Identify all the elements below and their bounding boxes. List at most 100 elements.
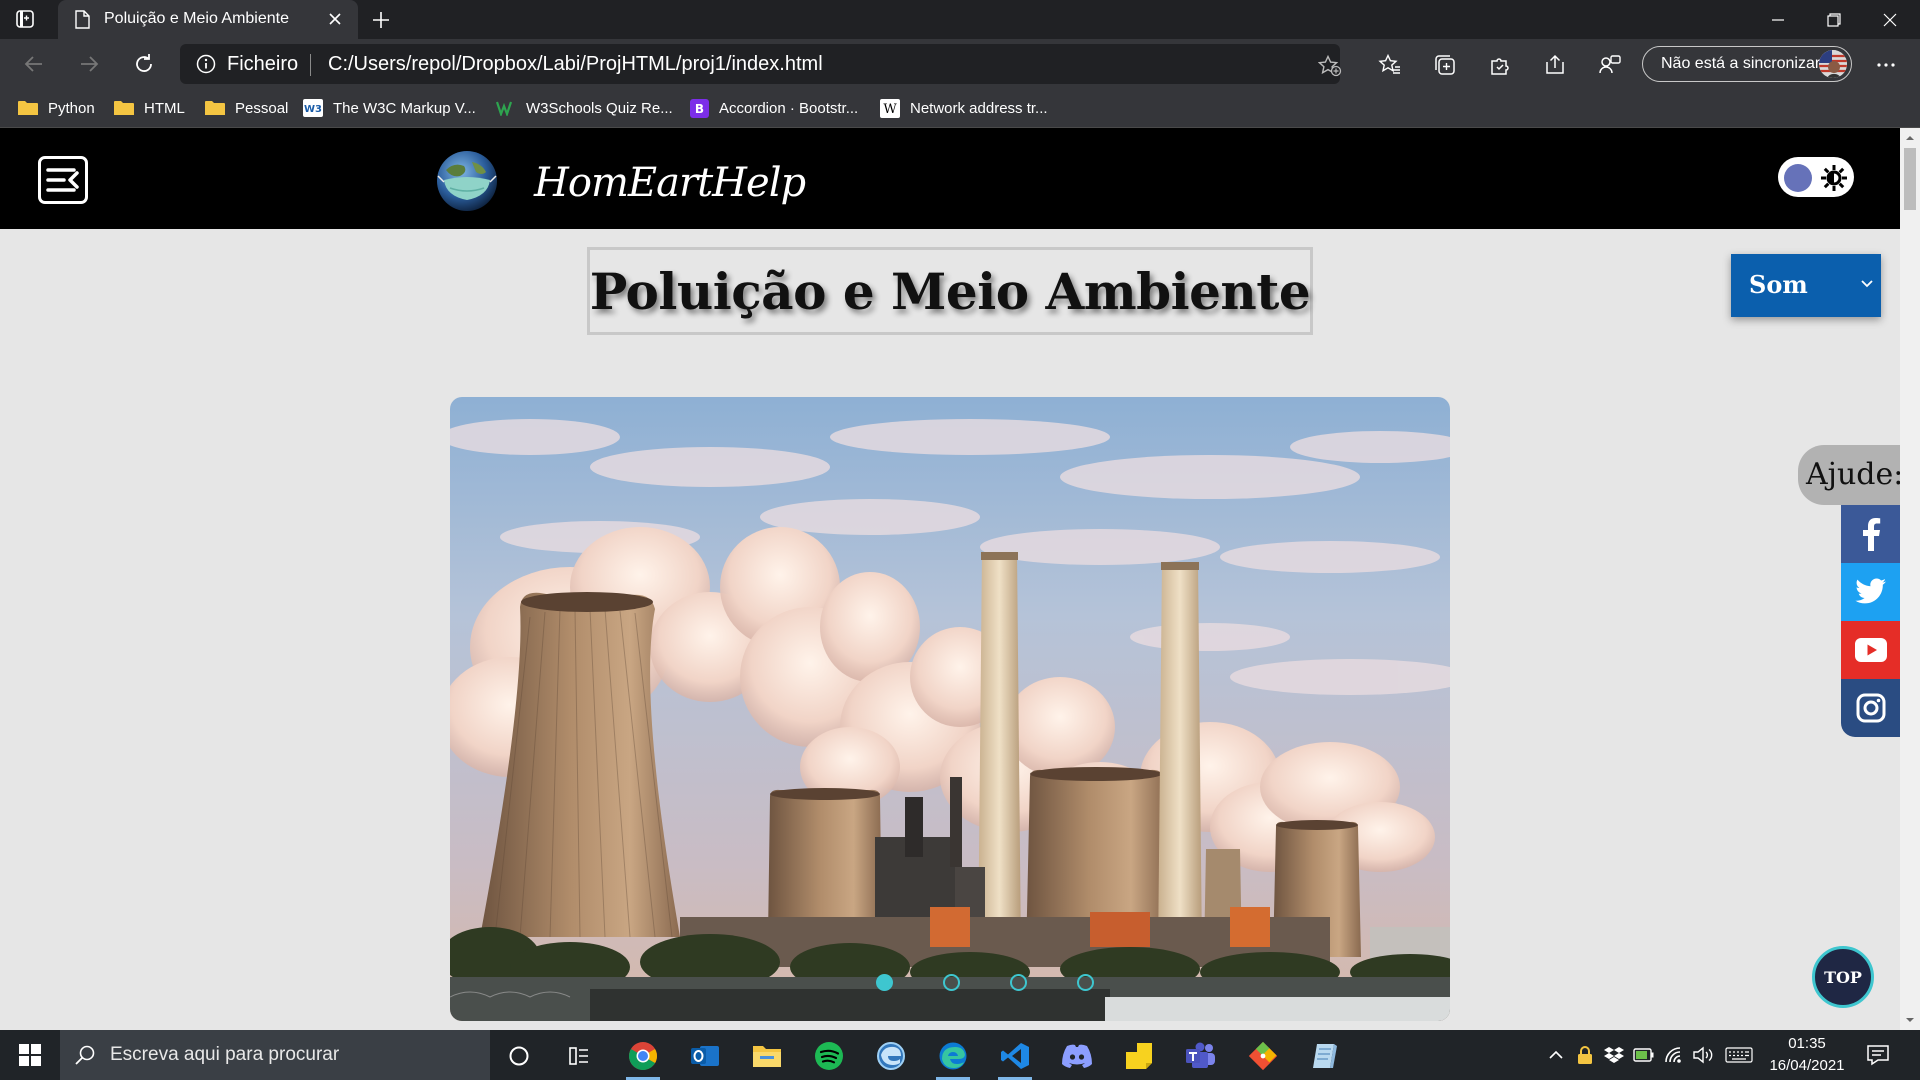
bookmark-wikipedia[interactable]: W Network address tr...: [880, 97, 1048, 119]
dropbox-icon[interactable]: [1603, 1045, 1625, 1065]
page-scrollbar[interactable]: [1900, 128, 1920, 1030]
refresh-icon[interactable]: [130, 50, 158, 78]
clock-time: 01:35: [1788, 1035, 1826, 1052]
address-separator: [310, 54, 311, 76]
twitter-link[interactable]: [1841, 563, 1900, 621]
chrome-app-icon[interactable]: [618, 1035, 668, 1080]
power-plant-image: [450, 397, 1450, 1021]
scroll-down-icon: [1906, 1018, 1914, 1022]
youtube-link[interactable]: [1841, 621, 1900, 679]
cortana-icon[interactable]: [494, 1035, 544, 1077]
earth-mask-logo[interactable]: [436, 150, 498, 212]
carousel-dot-1[interactable]: [876, 974, 893, 991]
brand-name[interactable]: HomEartHelp: [534, 160, 806, 206]
facebook-icon: [1862, 518, 1880, 551]
bookmark-html[interactable]: HTML: [114, 97, 185, 119]
show-hidden-icons-icon[interactable]: [1545, 1045, 1567, 1065]
sync-status-button[interactable]: Não está a sincronizar: [1642, 46, 1852, 82]
bookmark-w3schools[interactable]: W3Schools Quiz Re...: [496, 97, 673, 119]
sound-select[interactable]: Som: [1731, 254, 1881, 317]
restore-icon[interactable]: [1806, 0, 1862, 39]
bookmark-label: Network address tr...: [910, 99, 1048, 117]
close-tab-icon[interactable]: [325, 9, 345, 29]
back-to-top-button[interactable]: TOP: [1812, 946, 1874, 1008]
lock-icon[interactable]: [1574, 1045, 1596, 1065]
folder-icon: [205, 99, 225, 117]
w3schools-icon: [496, 99, 516, 117]
tab-actions-icon[interactable]: [14, 8, 36, 30]
bootstrap-icon: B: [689, 98, 709, 118]
back-icon[interactable]: [20, 50, 48, 78]
profile-avatar: [1819, 50, 1847, 78]
page-title: Poluição e Meio Ambiente: [589, 261, 1311, 321]
bookmark-python[interactable]: Python: [18, 97, 95, 119]
facebook-link[interactable]: [1841, 505, 1900, 563]
spotify-app-icon[interactable]: [804, 1035, 854, 1077]
teams-app-icon[interactable]: [1176, 1035, 1226, 1077]
search-icon: [74, 1044, 96, 1066]
browser-toolbar: Ficheiro C:/Users/repol/Dropbox/Labi/Pro…: [0, 39, 1920, 89]
site-label: Ficheiro: [227, 53, 299, 75]
help-panel: Ajude:: [1798, 445, 1908, 505]
system-clock[interactable]: 01:35 16/04/2021: [1752, 1033, 1862, 1077]
windows-start-icon[interactable]: [0, 1030, 60, 1080]
file-explorer-icon[interactable]: [742, 1035, 792, 1077]
battery-icon[interactable]: [1633, 1045, 1655, 1065]
wifi-icon[interactable]: [1663, 1045, 1685, 1065]
share-icon[interactable]: [1542, 52, 1568, 78]
page-viewport: HomEartHelp Poluição e Meio Ambiente Som: [0, 128, 1920, 1030]
bookmark-w3c[interactable]: W3 The W3C Markup V...: [303, 97, 476, 119]
discord-app-icon[interactable]: [1052, 1035, 1102, 1077]
new-tab-icon[interactable]: [368, 7, 394, 33]
carousel-dot-3[interactable]: [1010, 974, 1027, 991]
bookmark-bootstrap[interactable]: B Accordion · Bootstr...: [689, 97, 858, 119]
info-icon[interactable]: [196, 54, 216, 74]
vscode-app-icon[interactable]: [990, 1035, 1040, 1080]
collections-icon[interactable]: [1432, 52, 1458, 78]
favorites-icon[interactable]: [1377, 52, 1403, 78]
task-view-icon[interactable]: [555, 1035, 605, 1077]
taskbar-search-box[interactable]: Escreva aqui para procurar: [60, 1030, 490, 1080]
tab-title: Poluição e Meio Ambiente: [104, 10, 289, 27]
image-carousel[interactable]: [450, 397, 1450, 1021]
add-favorite-icon[interactable]: [1318, 55, 1342, 77]
edge-legacy-app-icon[interactable]: [866, 1035, 916, 1077]
folder-icon: [114, 99, 134, 117]
notepad-app-icon[interactable]: [1300, 1035, 1350, 1077]
wikipedia-icon: W: [880, 98, 900, 118]
youtube-icon: [1854, 638, 1887, 662]
carousel-dot-4[interactable]: [1077, 974, 1094, 991]
help-label: Ajude:: [1806, 457, 1904, 492]
scroll-up-icon: [1906, 136, 1914, 140]
feedback-icon[interactable]: [1597, 52, 1623, 78]
volume-icon[interactable]: [1693, 1045, 1715, 1065]
toggle-knob: [1784, 164, 1812, 192]
menu-collapse-icon: [46, 168, 79, 192]
outlook-app-icon[interactable]: [680, 1035, 730, 1077]
more-options-icon[interactable]: [1873, 52, 1899, 78]
minimize-icon[interactable]: [1750, 0, 1806, 39]
sticky-notes-app-icon[interactable]: [1114, 1035, 1164, 1077]
site-header: HomEartHelp: [0, 128, 1900, 229]
dark-mode-toggle[interactable]: [1778, 157, 1854, 197]
instagram-icon: [1856, 693, 1885, 723]
carousel-dot-2[interactable]: [943, 974, 960, 991]
url-text[interactable]: C:/Users/repol/Dropbox/Labi/ProjHTML/pro…: [328, 53, 823, 76]
bookmark-pessoal[interactable]: Pessoal: [205, 97, 288, 119]
forward-icon[interactable]: [75, 50, 103, 78]
browser-tab-active[interactable]: Poluição e Meio Ambiente: [58, 0, 358, 39]
extension-icon[interactable]: [1487, 52, 1513, 78]
folder-icon: [18, 99, 38, 117]
git-app-icon[interactable]: [1238, 1035, 1288, 1077]
notifications-icon[interactable]: [1866, 1043, 1890, 1067]
instagram-link[interactable]: [1841, 679, 1900, 737]
clock-date: 16/04/2021: [1769, 1057, 1845, 1074]
scrollbar-thumb[interactable]: [1904, 148, 1916, 210]
keyboard-icon[interactable]: [1725, 1045, 1753, 1065]
bookmark-label: W3Schools Quiz Re...: [526, 99, 673, 117]
edge-app-icon[interactable]: [928, 1035, 978, 1080]
close-window-icon[interactable]: [1862, 0, 1918, 39]
menu-toggle-button[interactable]: [38, 156, 88, 204]
address-bar[interactable]: Ficheiro C:/Users/repol/Dropbox/Labi/Pro…: [180, 44, 1342, 84]
w3c-icon: W3: [303, 99, 323, 117]
